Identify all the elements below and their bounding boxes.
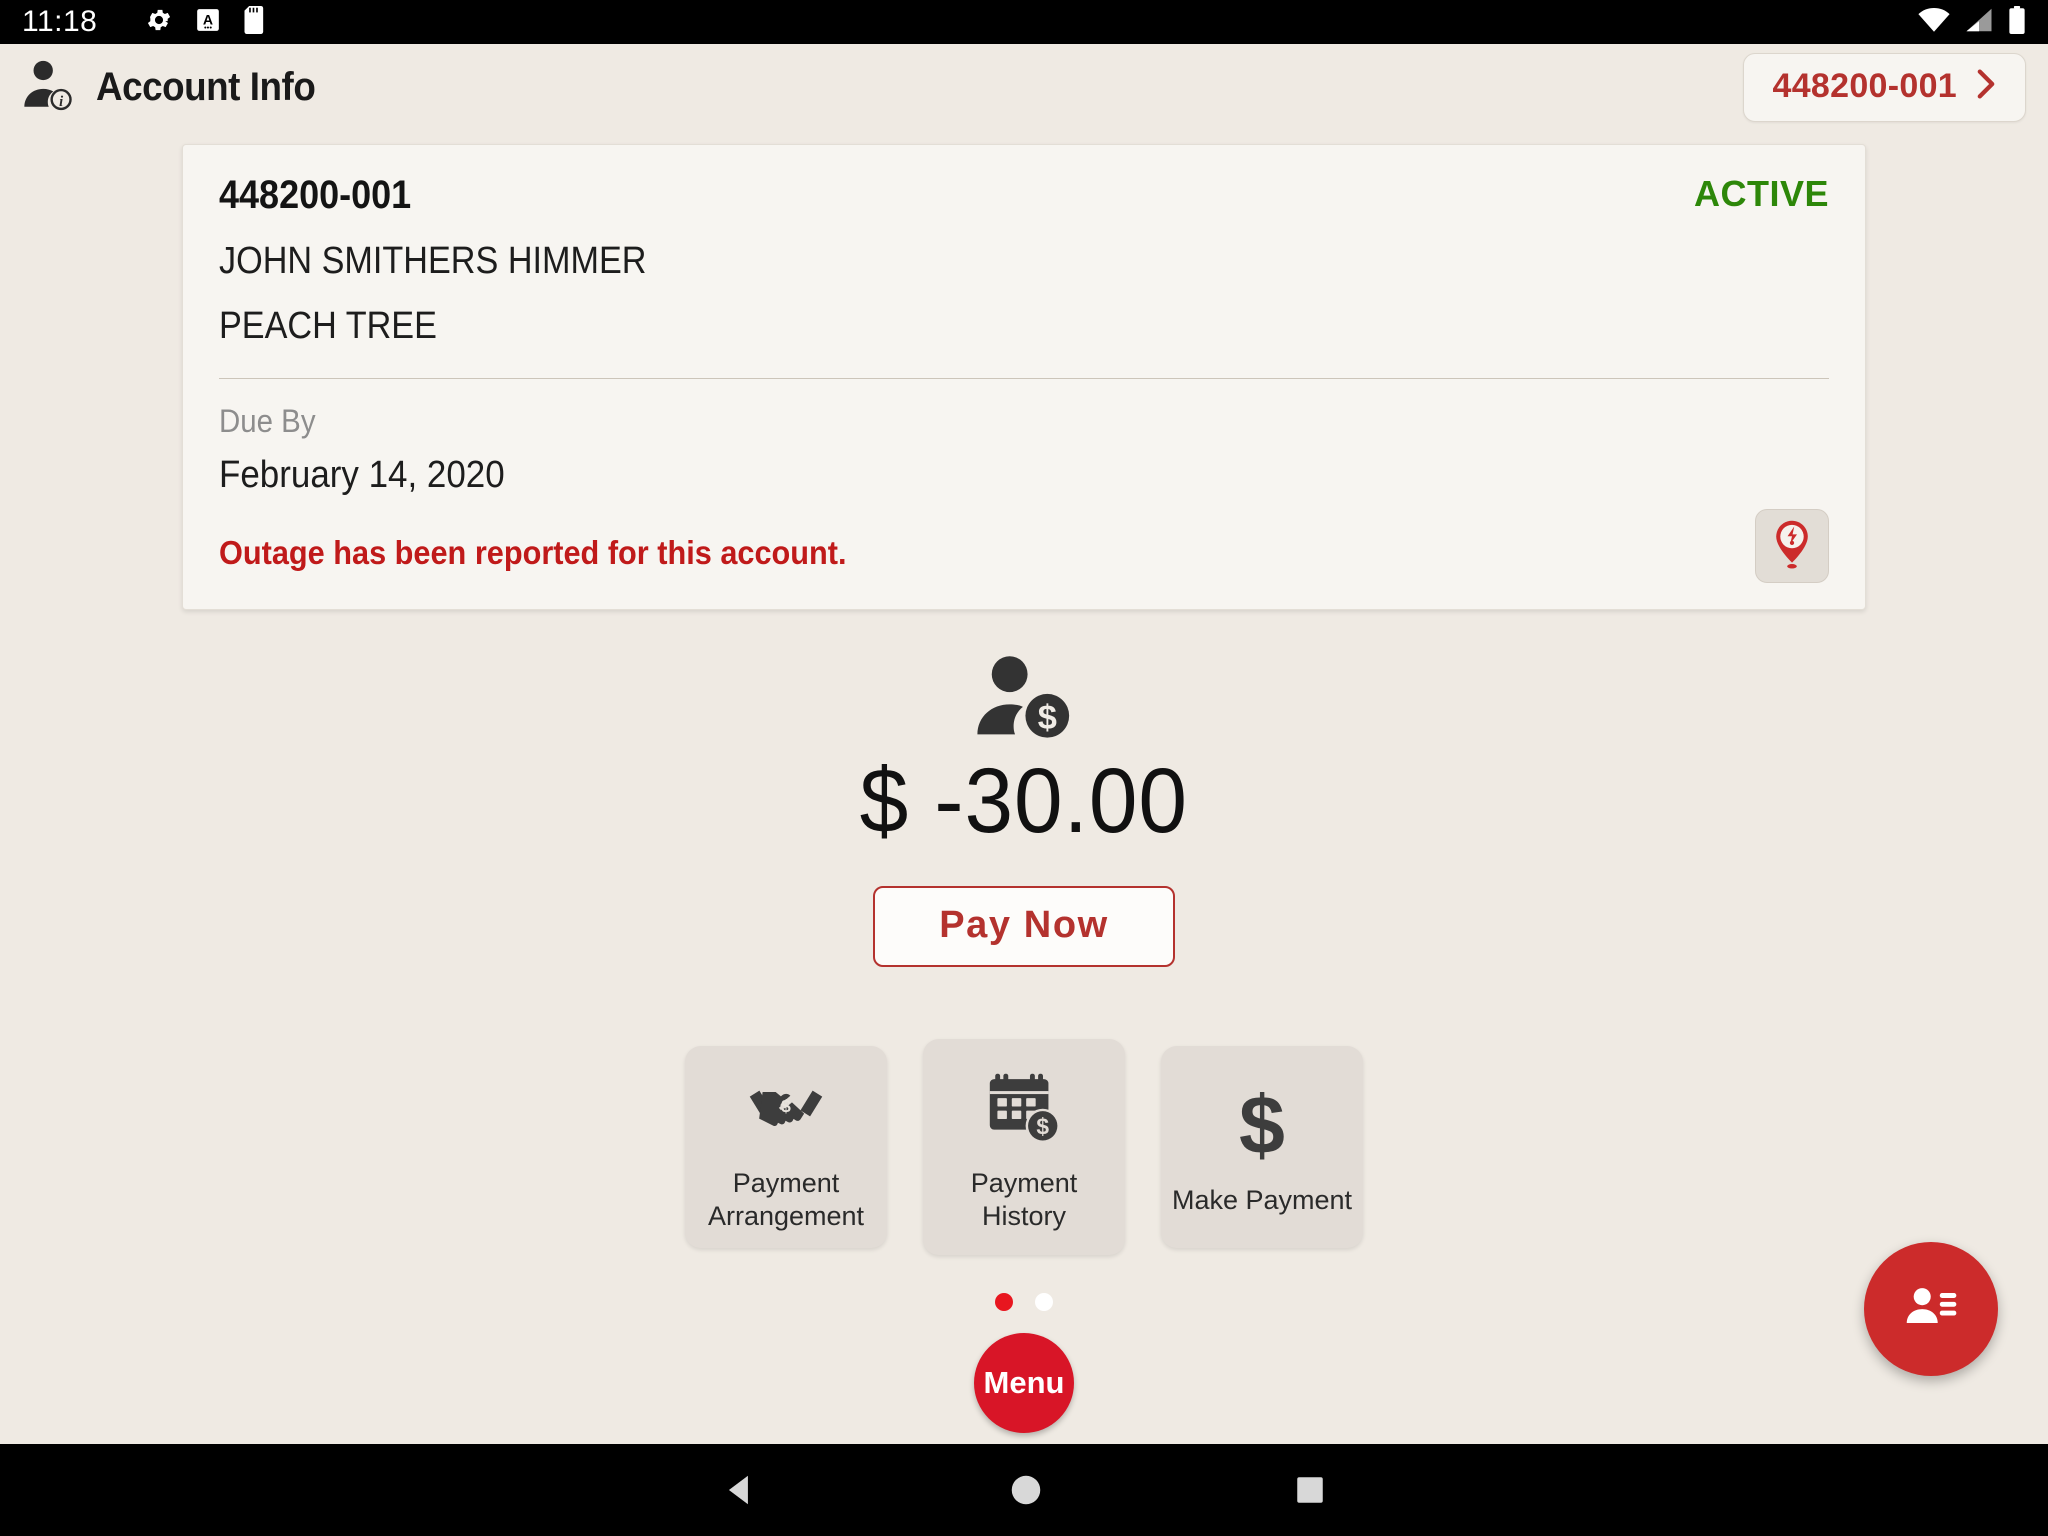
wifi-icon (1918, 7, 1950, 38)
page-title: Account Info (96, 64, 316, 109)
tile-label: Payment Arrangement (708, 1167, 864, 1233)
status-bar-left: 11:18 A ••• (22, 5, 267, 39)
contact-fab-button[interactable] (1864, 1242, 1998, 1376)
account-selector-label: 448200-001 (1772, 66, 1957, 105)
tile-payment-arrangement[interactable]: $ Payment Arrangement (685, 1046, 887, 1248)
a-badge-icon: A ••• (195, 7, 221, 38)
nav-recents-icon[interactable] (1293, 1473, 1327, 1507)
due-by-date: February 14, 2020 (219, 454, 505, 496)
balance-section: $ $ -30.00 Pay Now (851, 652, 1197, 967)
balance-amount: $ -30.00 (859, 750, 1189, 852)
pay-now-button[interactable]: Pay Now (873, 886, 1175, 967)
battery-icon (2008, 5, 2026, 39)
svg-text:$: $ (781, 1096, 791, 1116)
sd-card-icon (243, 5, 267, 39)
contact-card-icon (1900, 1276, 1962, 1343)
cell-signal-icon (1964, 7, 1994, 38)
svg-text:i: i (59, 93, 63, 109)
customer-name: JOHN SMITHERS HIMMER (219, 240, 647, 282)
svg-text:$: $ (1239, 1084, 1285, 1168)
outage-pin-icon (1769, 518, 1815, 575)
account-info-icon: i (20, 56, 78, 119)
account-card-header: 448200-001 ACTIVE (219, 173, 1829, 218)
main-content: 448200-001 ACTIVE JOHN SMITHERS HIMMER P… (0, 130, 2048, 1444)
tile-label-line2: Arrangement (707, 1201, 865, 1231)
svg-text:$: $ (1038, 699, 1057, 737)
outage-message: Outage has been reported for this accoun… (219, 534, 847, 571)
pagination-dot-1[interactable] (995, 1293, 1013, 1311)
tile-label-line1: Payment (732, 1168, 840, 1199)
due-by-label: Due By (219, 403, 316, 439)
system-nav-bar (0, 1444, 2048, 1536)
nav-back-icon[interactable] (721, 1471, 759, 1509)
nav-home-icon[interactable] (1007, 1471, 1045, 1509)
tile-label-line1: Payment (970, 1168, 1078, 1199)
app-bar: i Account Info 448200-001 (0, 44, 2048, 130)
calendar-dollar-icon: $ (985, 1067, 1063, 1151)
menu-button[interactable]: Menu (974, 1333, 1074, 1433)
app-screen: 11:18 A ••• i Account Info 448200-001 44… (0, 0, 2048, 1536)
tile-make-payment[interactable]: $ Make Payment (1161, 1046, 1363, 1248)
outage-row: Outage has been reported for this accoun… (219, 509, 1829, 583)
card-divider (219, 378, 1829, 379)
customer-balance-icon: $ (969, 652, 1079, 743)
carousel-pagination (995, 1293, 1053, 1311)
status-bar-right (1918, 5, 2026, 39)
tile-label-line1: Make Payment (1171, 1184, 1353, 1215)
status-bar-clock: 11:18 (22, 5, 98, 38)
status-badge: ACTIVE (1693, 173, 1829, 214)
account-selector-chip[interactable]: 448200-001 (1743, 52, 2026, 122)
outage-report-button[interactable] (1755, 509, 1829, 583)
svg-text:$: $ (1036, 1114, 1049, 1140)
tile-label: Make Payment (1172, 1184, 1352, 1217)
pagination-dot-2[interactable] (1035, 1293, 1053, 1311)
quick-action-tiles: $ Payment Arrangement $ Payment History … (685, 1039, 1363, 1255)
gear-icon (145, 6, 173, 39)
account-summary-card[interactable]: 448200-001 ACTIVE JOHN SMITHERS HIMMER P… (182, 144, 1866, 610)
handshake-dollar-icon: $ (747, 1067, 825, 1151)
dollar-sign-icon: $ (1229, 1084, 1295, 1168)
tile-payment-history[interactable]: $ Payment History (923, 1039, 1125, 1255)
status-bar: 11:18 A ••• (0, 0, 2048, 44)
svg-text:•••: ••• (204, 22, 212, 31)
chevron-right-icon (1973, 67, 1999, 106)
account-number: 448200-001 (219, 173, 412, 217)
tile-label: Payment History (971, 1167, 1078, 1233)
tile-label-line2: History (981, 1201, 1066, 1231)
service-address: PEACH TREE (219, 305, 437, 347)
